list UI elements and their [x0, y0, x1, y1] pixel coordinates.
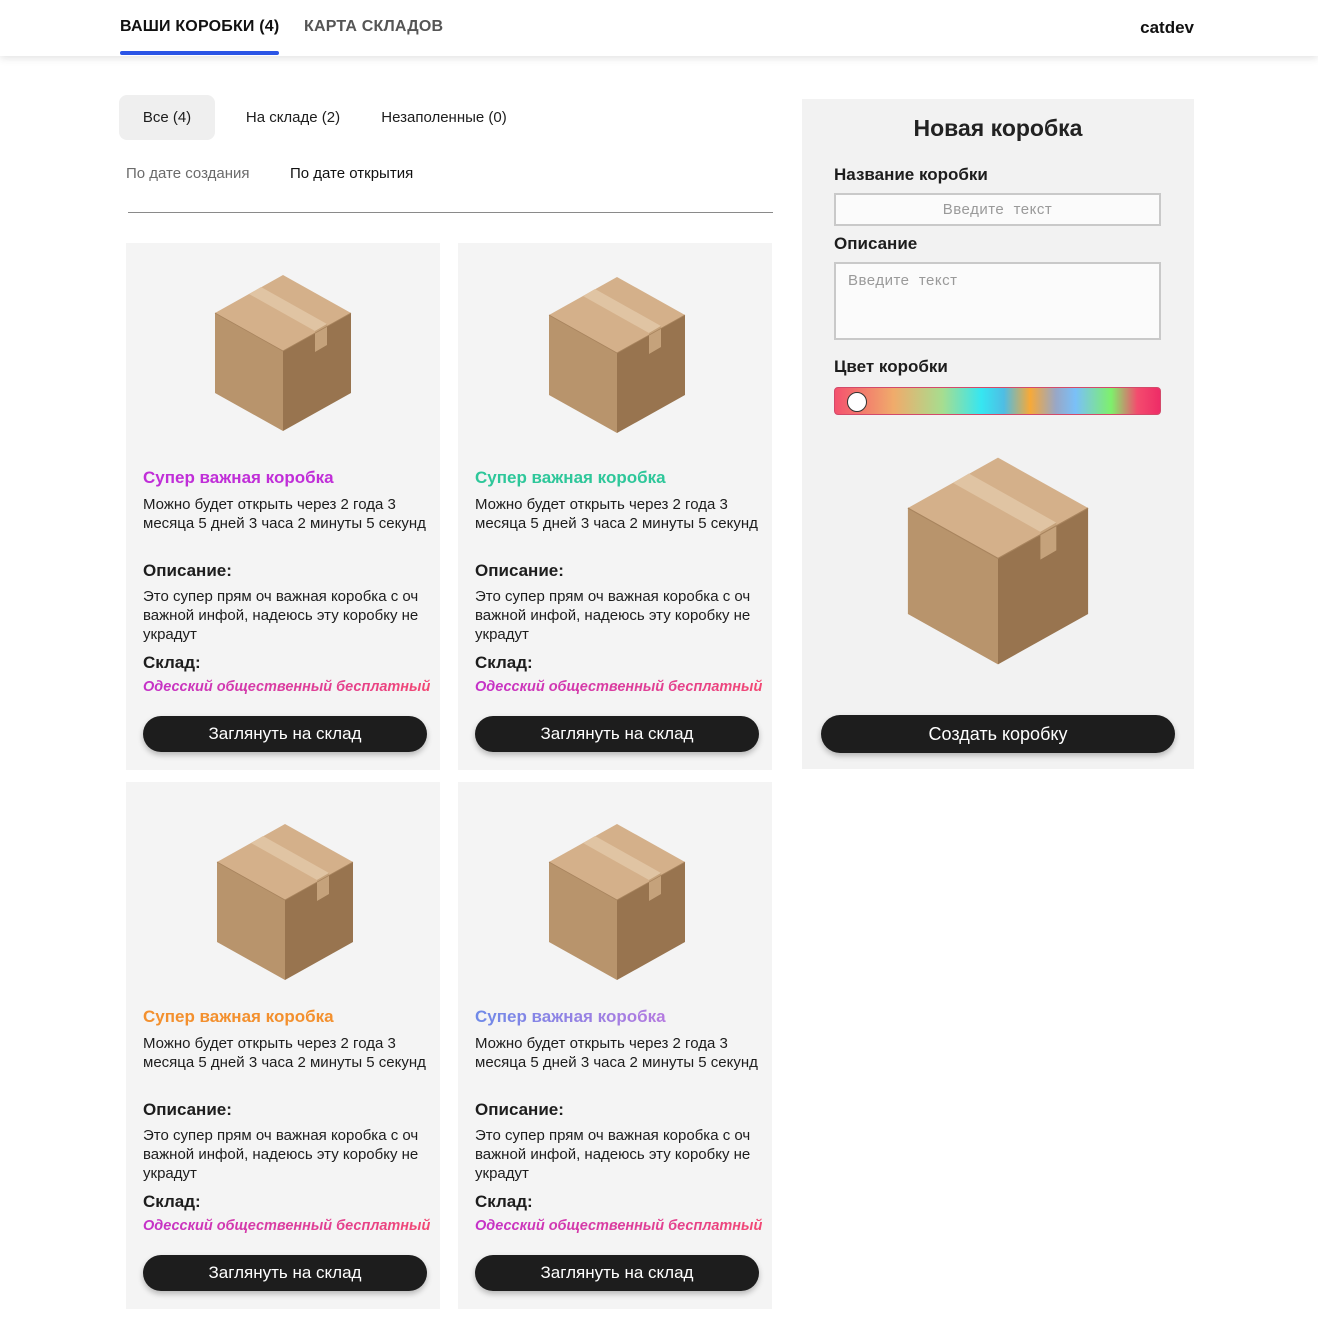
box-card: Супер важная коробка Можно будет открыть… [126, 782, 440, 1309]
tab-warehouse-map[interactable]: КАРТА СКЛАДОВ [304, 18, 443, 36]
box-name-label: Название коробки [834, 165, 988, 184]
box-icon [212, 273, 354, 433]
top-nav: ВАШИ КОРОБКИ (4) КАРТА СКЛАДОВ catdev [0, 0, 1318, 56]
color-slider[interactable] [834, 387, 1161, 415]
warehouse-name: Одесский общественный бесплатный [475, 1218, 763, 1234]
warehouse-name: Одесский общественный бесплатный [143, 679, 431, 695]
box-preview-icon [903, 455, 1093, 667]
warehouse-name: Одесский общественный бесплатный [143, 1218, 431, 1234]
divider [128, 212, 773, 213]
sort-by-creation-date[interactable]: По дате создания [126, 165, 250, 182]
open-countdown: Можно будет открыть через 2 года 3 месяц… [475, 1035, 758, 1071]
warehouse-label: Склад: [143, 653, 201, 672]
panel-title: Новая коробка [913, 115, 1083, 141]
color-slider-thumb[interactable] [847, 392, 867, 412]
warehouse-label: Склад: [475, 1192, 533, 1211]
card-title: Супер важная коробка [143, 1007, 334, 1026]
box-icon [214, 822, 356, 982]
description-text: Это супер прям оч важная коробка с оч ва… [475, 1127, 751, 1182]
box-name-input[interactable] [834, 193, 1161, 226]
box-card: Супер важная коробка Можно будет открыть… [458, 782, 772, 1309]
box-card: Супер важная коробка Можно будет открыть… [458, 243, 772, 770]
view-warehouse-button[interactable]: Заглянуть на склад [475, 1255, 759, 1291]
description-text: Это супер прям оч важная коробка с оч ва… [143, 1127, 419, 1182]
card-title: Супер важная коробка [475, 1007, 666, 1026]
description-text: Это супер прям оч важная коробка с оч ва… [475, 588, 751, 643]
view-warehouse-button[interactable]: Заглянуть на склад [475, 716, 759, 752]
open-countdown: Можно будет открыть через 2 года 3 месяц… [475, 496, 758, 532]
create-box-button[interactable]: Создать коробку [821, 715, 1175, 753]
description-label: Описание: [143, 561, 232, 580]
filter-unfilled[interactable]: Незаполенные (0) [368, 95, 520, 140]
warehouse-name: Одесский общественный бесплатный [475, 679, 763, 695]
username[interactable]: catdev [1140, 18, 1194, 38]
sort-by-open-date[interactable]: По дате открытия [290, 165, 413, 182]
description-label: Описание: [143, 1100, 232, 1119]
description-label: Описание: [475, 1100, 564, 1119]
box-icon [546, 822, 688, 982]
tab-your-boxes[interactable]: ВАШИ КОРОБКИ (4) [120, 18, 279, 36]
card-title: Супер важная коробка [475, 468, 666, 487]
description-label: Описание: [475, 561, 564, 580]
warehouse-label: Склад: [475, 653, 533, 672]
view-warehouse-button[interactable]: Заглянуть на склад [143, 1255, 427, 1291]
open-countdown: Можно будет открыть через 2 года 3 месяц… [143, 1035, 426, 1071]
filter-in-warehouse[interactable]: На складе (2) [232, 95, 354, 140]
box-color-label: Цвет коробки [834, 357, 948, 376]
warehouse-label: Склад: [143, 1192, 201, 1211]
box-description-label: Описание [834, 234, 918, 253]
box-icon [546, 275, 688, 435]
box-description-input[interactable] [834, 262, 1161, 340]
box-card: Супер важная коробка Можно будет открыть… [126, 243, 440, 770]
description-text: Это супер прям оч важная коробка с оч ва… [143, 588, 419, 643]
filter-all[interactable]: Все (4) [119, 95, 215, 140]
open-countdown: Можно будет открыть через 2 года 3 месяц… [143, 496, 426, 532]
view-warehouse-button[interactable]: Заглянуть на склад [143, 716, 427, 752]
card-title: Супер важная коробка [143, 468, 334, 487]
active-tab-indicator [120, 51, 279, 55]
new-box-panel: Новая коробка Название коробки Описание … [802, 99, 1194, 769]
